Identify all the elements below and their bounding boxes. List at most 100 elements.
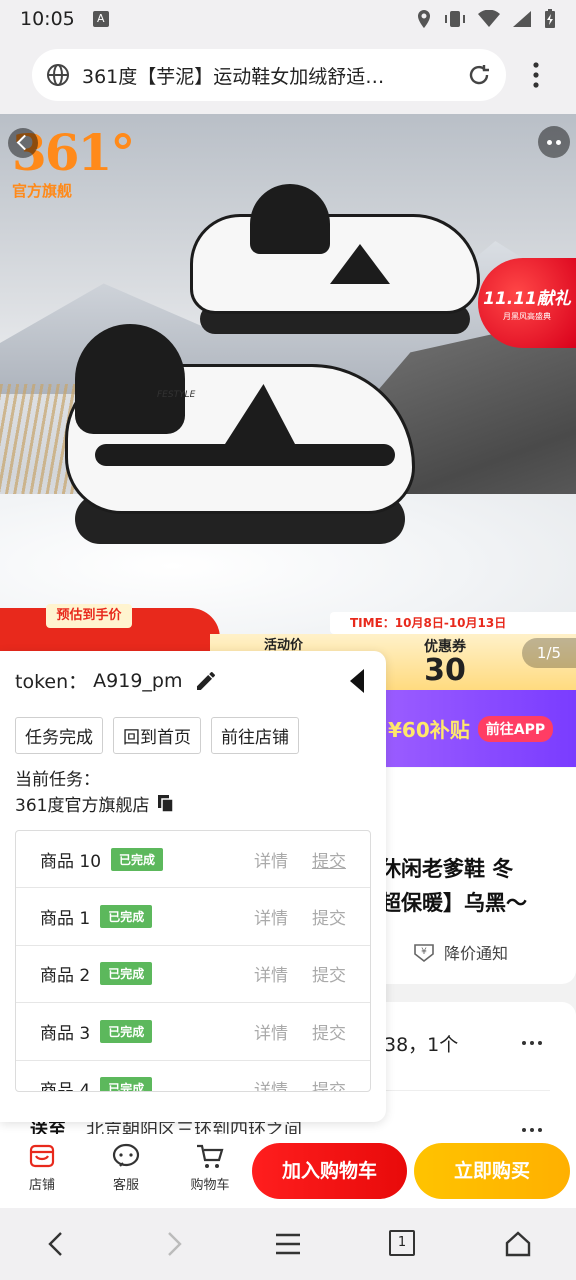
promo-badge-title: 11.11献礼 (483, 289, 571, 309)
globe-icon (47, 64, 69, 86)
status-icons (416, 9, 556, 29)
forward-icon[interactable] (162, 1230, 186, 1258)
menu-icon[interactable] (274, 1230, 302, 1258)
task-row: 商品 3 已完成 详情 提交 (16, 1003, 370, 1061)
notification-a-icon: A (92, 11, 109, 27)
shoe-label: FESTYLE (157, 390, 196, 400)
edit-icon[interactable] (194, 669, 218, 693)
cart-icon (197, 1144, 224, 1168)
task-submit-link[interactable]: 提交 (312, 1076, 346, 1091)
task-detail-link[interactable]: 详情 (254, 1019, 288, 1044)
address-bar[interactable]: 361度【芋泥】运动鞋女加绒舒适… (32, 49, 506, 101)
service-label: 客服 (112, 1178, 139, 1193)
page-title: 361度【芋泥】运动鞋女加绒舒适… (82, 65, 385, 88)
wifi-icon (478, 10, 500, 27)
battery-icon (545, 9, 555, 28)
task-name: 商品 10 (40, 851, 102, 872)
signal-icon (513, 11, 531, 27)
task-submit-link[interactable]: 提交 (312, 904, 346, 929)
svg-text:¥: ¥ (421, 947, 427, 957)
coupon-block: 优惠券 30 (424, 636, 466, 686)
task-detail-link[interactable]: 详情 (254, 961, 288, 986)
brand-subtitle: 官方旗舰 (12, 182, 73, 200)
browser-toolbar: 361度【芋泥】运动鞋女加绒舒适… (0, 38, 576, 114)
current-task-store: 361度官方旗舰店 (15, 796, 150, 816)
task-submit-link[interactable]: 提交 (312, 961, 346, 986)
store-label: 店铺 (28, 1178, 55, 1193)
current-task-value: 361度官方旗舰店 (15, 791, 175, 816)
collapse-arrow-icon[interactable] (348, 667, 366, 695)
home-button[interactable]: 回到首页 (113, 717, 201, 754)
status-time: 10:05 (20, 8, 75, 30)
token-row: token： A919_pm (15, 667, 218, 694)
product-title-line1: 休闲老爹鞋 冬 (380, 857, 514, 881)
back-icon[interactable] (44, 1230, 68, 1258)
cart-tab[interactable]: 购物车 (180, 1142, 240, 1193)
image-pager: 1/5 (522, 638, 576, 668)
vibrate-icon (445, 11, 465, 27)
subsidy-text: ¥60补贴 (388, 718, 470, 742)
task-row: 商品 2 已完成 详情 提交 (16, 946, 370, 1004)
shoe-front: FESTYLE (35, 304, 425, 564)
task-submit-link[interactable]: 提交 (312, 1019, 346, 1044)
task-name: 商品 1 (40, 909, 91, 930)
more-horiz-icon[interactable] (538, 126, 570, 158)
spec-more-icon[interactable] (522, 1041, 542, 1045)
tabs-button[interactable]: 1 (389, 1230, 415, 1256)
tabs-count: 1 (397, 1235, 407, 1250)
est-price-label: 预估到手价 (46, 604, 132, 628)
task-detail-link[interactable]: 详情 (254, 847, 288, 872)
price-notice-label: 降价通知 (444, 944, 509, 963)
location-icon (418, 10, 430, 28)
coupon-value: 30 (424, 653, 466, 688)
status-badge: 已完成 (100, 962, 153, 986)
go-store-button[interactable]: 前往店铺 (211, 717, 299, 754)
status-badge: 已完成 (100, 905, 153, 929)
task-detail-link[interactable]: 详情 (254, 904, 288, 929)
price-notice-button[interactable]: ¥ 降价通知 (412, 940, 508, 964)
chat-icon (112, 1143, 140, 1167)
event-time: TIME：10月8日-10月13日 (330, 612, 576, 634)
token-label: token： (15, 671, 88, 693)
service-tab[interactable]: 客服 (96, 1142, 156, 1193)
browser-nav-bar: 1 (0, 1208, 576, 1280)
copy-icon[interactable] (157, 794, 175, 814)
spec-divider (384, 1090, 550, 1091)
open-app-button[interactable]: 前往APP (477, 715, 554, 742)
price-tag-icon: ¥ (414, 944, 434, 963)
task-row: 商品 10 已完成 详情 提交 (16, 831, 370, 889)
task-complete-button[interactable]: 任务完成 (15, 717, 103, 754)
panel-button-row: 任务完成 回到首页 前往店铺 (15, 717, 299, 754)
store-tab[interactable]: 店铺 (12, 1142, 72, 1193)
bottom-action-bar: 店铺 客服 购物车 加入购物车 立即购买 (0, 1134, 576, 1208)
task-row: 商品 1 已完成 详情 提交 (16, 888, 370, 946)
spec-selection[interactable]: 38，1个 (384, 1030, 458, 1057)
product-title: 休闲老爹鞋 冬 超保暖】乌黑〜 (380, 852, 570, 920)
store-icon (29, 1144, 55, 1168)
ship-more-icon[interactable] (522, 1128, 542, 1132)
current-task-label: 当前任务： (15, 770, 100, 790)
cart-label: 购物车 (190, 1178, 230, 1193)
status-badge: 已完成 (100, 1019, 153, 1043)
more-vert-icon[interactable] (526, 60, 546, 90)
product-title-line2: 超保暖】乌黑〜 (380, 891, 527, 915)
task-detail-link[interactable]: 详情 (254, 1076, 288, 1091)
add-to-cart-button[interactable]: 加入购物车 (252, 1143, 407, 1199)
task-list: 商品 10 已完成 详情 提交 商品 1 已完成 详情 提交 商品 2 已完成 … (15, 830, 371, 1092)
status-badge: 已完成 (111, 847, 164, 871)
status-bar: 10:05 A (0, 0, 576, 38)
buy-now-button[interactable]: 立即购买 (414, 1143, 570, 1199)
token-value: A919_pm (93, 669, 183, 692)
task-row: 商品 4 已完成 详情 提交 (16, 1061, 370, 1092)
task-name: 商品 4 (40, 1081, 91, 1092)
promo-badge-subtitle: 月黑风高盛典 (503, 312, 551, 321)
task-name: 商品 2 (40, 966, 91, 987)
promo-badge: 11.11献礼 月黑风高盛典 (478, 258, 576, 348)
status-badge: 已完成 (100, 1077, 153, 1091)
home-icon[interactable] (504, 1230, 532, 1258)
reload-icon[interactable] (466, 62, 492, 88)
task-panel: token： A919_pm 任务完成 回到首页 前往店铺 当前任务： 361度… (0, 651, 386, 1122)
task-submit-link[interactable]: 提交 (312, 847, 346, 872)
task-name: 商品 3 (40, 1023, 91, 1044)
back-arrow-icon[interactable] (8, 128, 38, 158)
